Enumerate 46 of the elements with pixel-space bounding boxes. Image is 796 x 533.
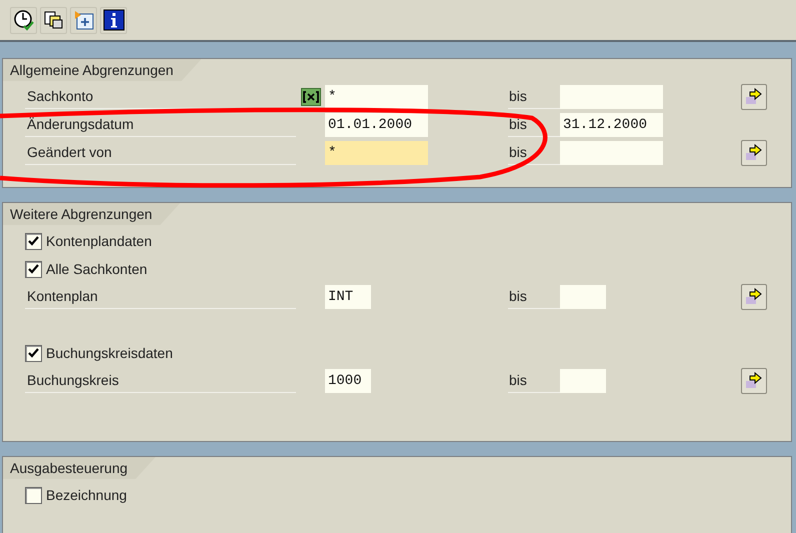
input-field[interactable] — [560, 369, 606, 393]
check-icon — [28, 348, 39, 358]
copy-icon — [42, 9, 64, 31]
input-field[interactable]: * — [325, 141, 428, 165]
field-label: Buchungskreis — [25, 369, 296, 393]
checkbox-label: Bezeichnung — [46, 486, 127, 505]
arrow-icon — [744, 88, 764, 106]
panel-title: Ausgabesteuerung — [3, 457, 156, 479]
checkbox[interactable] — [25, 260, 42, 278]
toolbar-button[interactable] — [70, 6, 97, 34]
toolbar-button[interactable] — [100, 6, 127, 34]
checkbox[interactable] — [25, 344, 42, 362]
more-button[interactable] — [741, 140, 767, 166]
check-icon — [28, 236, 39, 246]
arrow-icon — [744, 288, 764, 306]
input-field[interactable] — [560, 85, 663, 109]
checkbox[interactable] — [25, 486, 42, 504]
input-field[interactable] — [560, 141, 663, 165]
checkbox-label: Alle Sachkonten — [46, 260, 148, 278]
add-icon — [72, 9, 94, 31]
field-label: Sachkonto — [25, 85, 296, 109]
info-icon — [102, 9, 124, 31]
more-button[interactable] — [741, 84, 767, 110]
field-label: Änderungsdatum — [25, 113, 296, 137]
input-field[interactable]: * — [325, 85, 428, 109]
panel-title: Allgemeine Abgrenzungen — [3, 59, 202, 81]
toolbar-button[interactable] — [10, 6, 37, 34]
arrow-icon — [744, 372, 764, 390]
checkbox-label: Buchungskreisdaten — [46, 344, 173, 363]
input-field[interactable]: 31.12.2000 — [560, 113, 663, 137]
arrow-icon — [744, 144, 764, 162]
checkbox[interactable] — [25, 232, 42, 250]
clock-check-icon — [12, 9, 34, 31]
checkbox-label: Kontenplandaten — [46, 232, 152, 251]
multiple-selection-icon[interactable] — [300, 88, 320, 106]
panel-title: Weitere Abgrenzungen — [3, 203, 180, 225]
field-label: Kontenplan — [25, 285, 296, 309]
input-field[interactable]: 1000 — [325, 369, 371, 393]
toolbar-button[interactable] — [40, 6, 67, 34]
more-button[interactable] — [741, 368, 767, 394]
input-field[interactable] — [560, 285, 606, 309]
more-button[interactable] — [741, 284, 767, 310]
input-field[interactable]: INT — [325, 285, 371, 309]
check-icon — [28, 264, 39, 274]
field-label: Geändert von — [25, 141, 296, 165]
input-field[interactable]: 01.01.2000 — [325, 113, 428, 137]
